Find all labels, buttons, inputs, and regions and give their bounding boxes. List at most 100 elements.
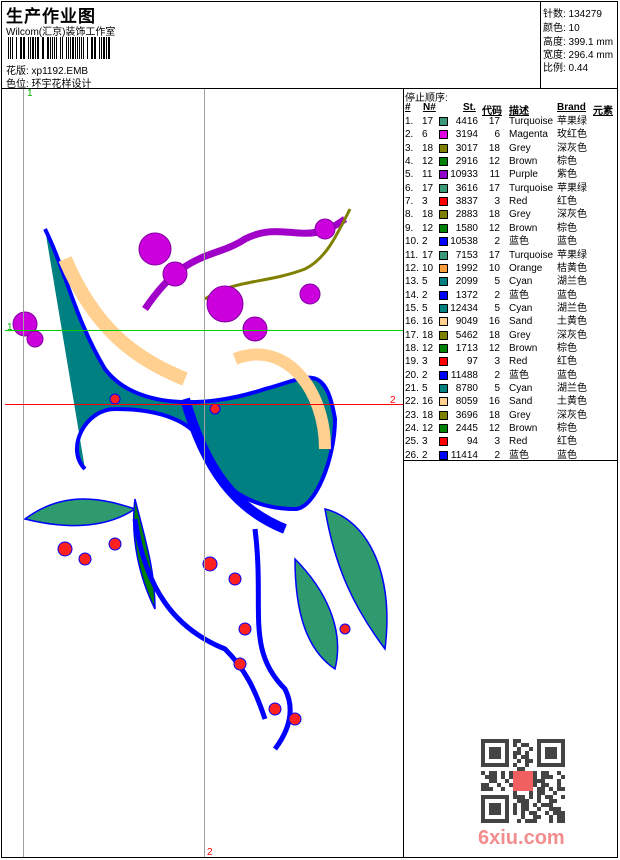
row-needle: 2 [422,449,428,461]
table-row: 11. 17 7153 17 Turquoise 苹果绿 [404,249,618,262]
guide-horizontal-1[interactable] [5,330,403,331]
row-brand: 桔黄色 [557,262,587,274]
row-needle: 3 [422,436,428,448]
row-needle: 17 [422,182,434,194]
color-swatch [439,143,448,153]
color-swatch [439,343,448,353]
row-needle: 2 [422,289,428,301]
row-description: Brown [509,342,538,354]
color-swatch [439,357,448,367]
row-needle: 12 [422,423,434,435]
row-index: 9. [405,222,414,234]
color-swatch [439,237,448,247]
row-needle: 16 [422,396,434,408]
color-swatch [439,397,448,407]
color-swatch [439,370,448,380]
row-description: Sand [509,316,533,328]
row-description: Red [509,196,528,208]
row-brand: 湖兰色 [557,276,587,288]
color-swatch [439,317,448,327]
row-stitches: 2883 [455,209,478,221]
guide-vertical-1[interactable] [23,89,24,857]
guide-vertical-2[interactable] [204,89,205,857]
table-row: 12. 10 1992 10 Orange 桔黄色 [404,262,618,275]
table-row: 18. 12 1713 12 Brown 棕色 [404,342,618,355]
row-code: 17 [488,182,500,194]
row-needle: 17 [422,116,434,127]
color-count: 颜色: 10 [543,23,580,34]
row-needle: 12 [422,156,434,168]
color-swatch [439,410,448,420]
row-stitches: 3696 [455,409,478,421]
color-swatch [439,157,448,167]
table-row: 26. 2 11414 2 蓝色 蓝色 [404,449,618,462]
studio-name: Wilcom(汇京)装饰工作室 [6,27,116,38]
row-index: 7. [405,196,414,208]
row-code: 6 [494,129,500,141]
row-description: 蓝色 [509,236,529,248]
row-brand: 蓝色 [557,236,577,248]
row-stitches: 2099 [455,276,478,288]
row-code: 10 [488,262,500,274]
row-description: Grey [509,142,531,154]
row-code: 18 [488,409,500,421]
color-swatch [439,303,448,313]
row-code: 5 [494,302,500,314]
row-index: 17. [405,329,419,341]
table-row: 6. 17 3616 17 Turquoise 苹果绿 [404,182,618,195]
row-description: Purple [509,169,538,181]
row-needle: 3 [422,196,428,208]
row-description: Red [509,356,528,368]
row-stitches: 1713 [455,342,478,354]
row-index: 2. [405,129,414,141]
row-brand: 红色 [557,196,577,208]
row-index: 22. [405,396,419,408]
row-needle: 18 [422,142,434,154]
row-description: Brown [509,156,538,168]
row-description: Sand [509,396,533,408]
row-index: 11. [405,249,419,261]
row-index: 5. [405,169,414,181]
row-needle: 11 [422,169,433,181]
row-needle: 18 [422,409,434,421]
row-stitches: 3017 [455,142,478,154]
color-swatch [439,130,448,140]
row-needle: 18 [422,329,434,341]
row-brand: 棕色 [557,423,577,435]
row-description: Turquoise [509,116,554,127]
row-description: 蓝色 [509,369,529,381]
row-description: 蓝色 [509,289,529,301]
row-stitches: 3194 [455,129,478,141]
row-brand: 棕色 [557,156,577,168]
row-code: 12 [488,342,500,354]
row-index: 10. [405,236,419,248]
row-code: 3 [494,436,500,448]
row-description: Cyan [509,276,533,288]
row-index: 19. [405,356,419,368]
col-stitches: St. [463,102,476,113]
guide-horizontal-2[interactable] [5,404,403,405]
row-description: Brown [509,222,538,234]
row-needle: 5 [422,276,428,288]
row-code: 18 [488,209,500,221]
table-row: 19. 3 97 3 Red 红色 [404,355,618,368]
row-index: 4. [405,156,414,168]
row-code: 2 [494,236,500,248]
stems-blue [132,518,293,751]
row-brand: 苹果绿 [557,249,587,261]
color-swatch [439,450,448,460]
row-stitches: 1372 [455,289,478,301]
table-row: 1. 17 4416 17 Turquoise 苹果绿 [404,115,618,128]
row-brand: 深灰色 [557,329,587,341]
color-swatch [439,424,448,434]
table-row: 9. 12 1580 12 Brown 棕色 [404,222,618,235]
row-code: 5 [494,276,500,288]
row-code: 11 [489,169,500,181]
col-brand: Brand [557,102,586,113]
table-row: 23. 18 3696 18 Grey 深灰色 [404,409,618,422]
table-row: 7. 3 3837 3 Red 红色 [404,195,618,208]
color-swatch [439,183,448,193]
row-index: 18. [405,342,419,354]
row-stitches: 8059 [455,396,478,408]
row-stitches: 97 [466,356,478,368]
